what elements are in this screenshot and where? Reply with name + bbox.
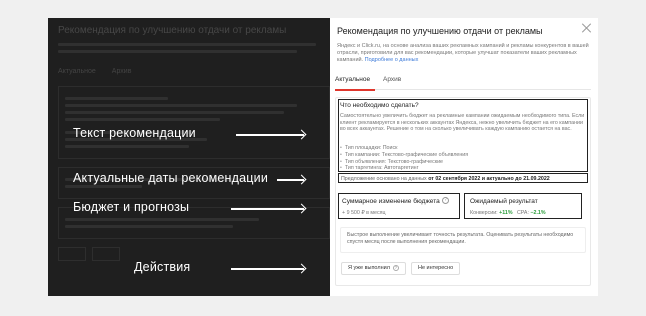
dates-prefix: Предложение основано на данных	[341, 176, 427, 182]
annotation-arrow	[231, 208, 304, 210]
dimmed-overlay: Рекомендация по улучшению отдачи от рекл…	[48, 18, 330, 296]
recommendation-panel: Рекомендация по улучшению отдачи от рекл…	[330, 18, 598, 296]
help-icon: ?	[392, 264, 399, 271]
panel-description: Яндекс и Click.ru, на основе анализа ваш…	[337, 43, 595, 64]
recommendation-text: Самостоятельно увеличить бюджет на рекла…	[340, 113, 585, 132]
annotation-text: Текст рекомендации	[73, 126, 196, 140]
cpa-label: CPA:	[516, 210, 529, 216]
budget-title: Суммарное изменение бюджета	[342, 198, 440, 205]
tab-archive[interactable]: Архив	[383, 76, 401, 83]
already-done-button[interactable]: Я уже выполнил?	[341, 262, 406, 275]
background-tab: Архив	[111, 68, 132, 75]
info-icon[interactable]: ?	[442, 197, 449, 204]
forecast-values: Конверсии: +11% CPA: −2.1%	[470, 210, 546, 216]
not-interested-button[interactable]: Не интересно	[411, 262, 461, 275]
background-tab: Актуальное	[58, 68, 96, 75]
background-title: Рекомендация по улучшению отдачи от рекл…	[58, 25, 287, 36]
tab-actual[interactable]: Актуальное	[335, 76, 370, 83]
data-dates: Предложение основано на данных от 02 сен…	[341, 176, 550, 182]
recommendation-list: Тип площадки: Поиск Тип кампании: Тексто…	[340, 145, 586, 172]
panel-title: Рекомендация по улучшению отдачи от рекл…	[337, 26, 543, 36]
close-icon[interactable]	[582, 23, 592, 33]
forecast-title: Ожидаемый результат	[470, 198, 538, 205]
list-item: Тип объявления: Текстово-графические	[340, 159, 586, 166]
already-done-label: Я уже выполнил	[348, 265, 390, 271]
more-data-link[interactable]: Подробнее о данных	[365, 57, 419, 63]
list-item: Тип таргетинга: Автотаргетинг	[340, 165, 586, 172]
conversions-label: Конверсии:	[470, 210, 498, 216]
list-item: Тип площадки: Поиск	[340, 145, 586, 152]
background-page: Рекомендация по улучшению отдачи от рекл…	[58, 26, 330, 264]
annotation-arrow	[277, 179, 304, 181]
budget-value: + 9 500 ₽ в месяц	[342, 210, 386, 216]
question-title: Что необходимо сделать?	[340, 102, 419, 109]
speed-note: Быстрое выполнение увеличивает точность …	[340, 227, 586, 253]
annotation-dates: Актуальные даты рекомендации	[73, 171, 269, 185]
active-tab-indicator	[335, 89, 375, 91]
annotation-arrow	[231, 268, 304, 270]
annotation-arrow	[236, 134, 304, 136]
tab-bar: Актуальное Архив	[335, 74, 591, 91]
annotation-budget: Бюджет и прогнозы	[73, 200, 190, 214]
cpa-value: −2.1%	[530, 210, 546, 216]
list-item: Тип кампании: Текстово-графические объяв…	[340, 152, 586, 159]
conversions-value: +11%	[499, 210, 513, 216]
dates-value: от 02 сентября 2022 и актуально до 21.09…	[428, 176, 550, 182]
annotation-actions: Действия	[134, 260, 191, 274]
